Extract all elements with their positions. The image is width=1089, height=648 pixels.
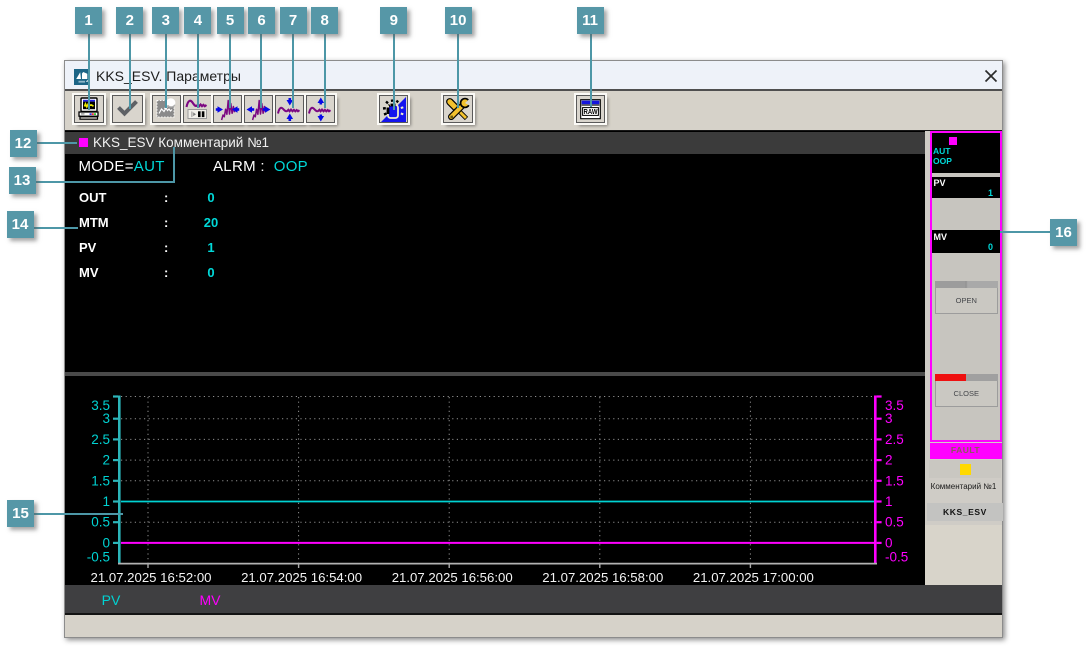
svg-text:1: 1 — [102, 494, 110, 509]
svg-text:-0.5: -0.5 — [87, 550, 110, 565]
svg-text:0: 0 — [102, 535, 110, 550]
svg-text:1.5: 1.5 — [91, 473, 110, 488]
svg-text:0.5: 0.5 — [885, 515, 904, 530]
svg-text:RAW: RAW — [584, 107, 599, 116]
svg-text:0: 0 — [885, 535, 893, 550]
svg-text:-0.5: -0.5 — [885, 550, 908, 565]
svg-text:3: 3 — [885, 411, 893, 426]
svg-text:21.07.2025 16:52:00: 21.07.2025 16:52:00 — [91, 570, 212, 585]
svg-text:21.07.2025 16:54:00: 21.07.2025 16:54:00 — [241, 570, 362, 585]
svg-text:2.5: 2.5 — [91, 432, 110, 447]
svg-text:21.07.2025 16:58:00: 21.07.2025 16:58:00 — [542, 570, 663, 585]
svg-text:21.07.2025 16:56:00: 21.07.2025 16:56:00 — [392, 570, 513, 585]
svg-text:3: 3 — [102, 411, 110, 426]
svg-text:1.5: 1.5 — [885, 473, 904, 488]
svg-text:21.07.2025 17:00:00: 21.07.2025 17:00:00 — [693, 570, 814, 585]
svg-text:0.5: 0.5 — [91, 515, 110, 530]
svg-text:2: 2 — [885, 453, 893, 468]
svg-text:2.5: 2.5 — [885, 432, 904, 447]
svg-text:2: 2 — [102, 453, 110, 468]
svg-text:1: 1 — [885, 494, 893, 509]
